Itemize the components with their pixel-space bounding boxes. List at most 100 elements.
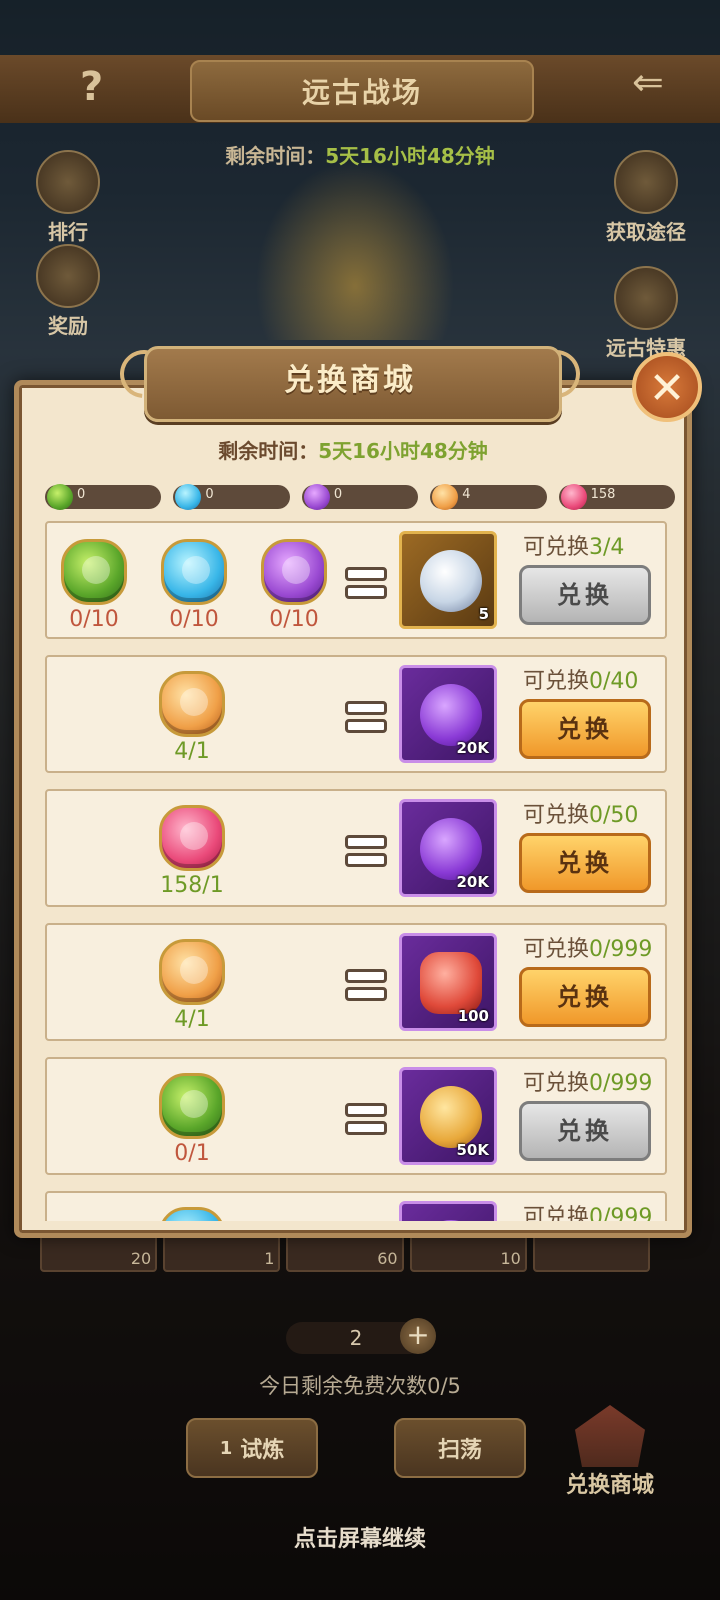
ranking-label: 排行: [48, 220, 88, 244]
exchange-button[interactable]: 兑换: [519, 967, 651, 1027]
green-flower-gem-icon: [61, 539, 127, 605]
equals-icon: [345, 835, 387, 867]
exchange-button[interactable]: 兑换: [519, 833, 651, 893]
reward-quantity: 100: [457, 1007, 489, 1025]
currency-value: 0: [205, 487, 214, 502]
available-value: 0/999: [589, 937, 653, 962]
reward-item[interactable]: 100: [399, 933, 497, 1031]
cost-requirement: 0/1: [174, 1141, 210, 1166]
available-label: 可兑换: [523, 1071, 590, 1096]
bg-reward-count: 20: [130, 1249, 152, 1268]
pink-flower-gem-icon: [560, 484, 587, 510]
currency-green: 0: [45, 484, 162, 510]
cyan-flower-gem-icon: [159, 1207, 225, 1221]
green-flower-gem-icon: [47, 484, 73, 510]
exchange-list[interactable]: 0/10 0/10 0/10 5 可兑换3/4 兑换 4/1 20K 可兑换0/…: [45, 521, 671, 1221]
cost-requirement: 0/10: [169, 607, 219, 632]
available-label: 可兑换: [523, 669, 590, 694]
silver-orb-icon: [420, 550, 482, 612]
cost-requirement: 4/1: [174, 1007, 210, 1032]
ranking-button[interactable]: 排行: [26, 150, 110, 245]
available-label: 可兑换: [523, 535, 590, 560]
orange-flower-gem-icon: [432, 484, 459, 510]
purple-flower-gem-icon: [303, 484, 330, 510]
exchange-row: 0/1 50K 可兑换0/999 兑换: [45, 1057, 667, 1175]
rewards-label: 奖励: [48, 314, 88, 338]
purple-orb-icon: [420, 1220, 482, 1221]
available-value: 0/40: [589, 669, 639, 694]
ancient-offer-button[interactable]: 远古特惠: [604, 266, 688, 361]
cost-item[interactable]: [159, 939, 225, 1005]
equals-icon: [345, 1103, 387, 1135]
available-count: 可兑换0/999: [523, 1065, 652, 1097]
exchange-shop-label: 兑换商城: [565, 1473, 654, 1498]
available-count: 可兑换0/999: [523, 1199, 652, 1221]
cost-item[interactable]: [261, 539, 327, 605]
cost-item[interactable]: [159, 671, 225, 737]
available-value: 3/4: [589, 535, 625, 560]
help-icon[interactable]: ?: [80, 64, 103, 110]
bg-reward-cell: 60: [286, 1232, 404, 1272]
exchange-row: 0/10 0/10 0/10 5 可兑换3/4 兑换: [45, 521, 667, 639]
cost-requirement: 4/1: [174, 739, 210, 764]
tap-to-continue[interactable]: 点击屏幕继续: [0, 1521, 720, 1553]
back-arrow-icon[interactable]: ⇐: [632, 60, 664, 104]
shop-house-icon: [575, 1405, 645, 1467]
reward-item[interactable]: 20K: [399, 799, 497, 897]
rewards-button[interactable]: 奖励: [26, 244, 110, 339]
close-x-icon[interactable]: ✕: [632, 352, 702, 422]
obtain-route-button[interactable]: 获取途径: [604, 150, 688, 245]
exchange-button[interactable]: 兑换: [519, 565, 651, 625]
bg-reward-cell: 10: [409, 1232, 527, 1272]
currency-pink: 158: [558, 484, 676, 510]
available-value: 0/50: [589, 803, 639, 828]
equals-icon: [345, 969, 387, 1001]
add-ticket-icon[interactable]: +: [400, 1318, 436, 1354]
reward-item[interactable]: 50K: [399, 1067, 497, 1165]
exchange-row: 可兑换0/999 兑换: [45, 1191, 667, 1221]
cost-item[interactable]: [159, 1207, 225, 1221]
available-count: 可兑换3/4: [523, 529, 624, 561]
remaining-value: 5天16小时48分钟: [318, 439, 488, 463]
cost-item[interactable]: [159, 805, 225, 871]
available-count: 可兑换0/999: [523, 931, 652, 963]
exchange-row: 158/1 20K 可兑换0/50 兑换: [45, 789, 667, 907]
currency-value: 0: [77, 487, 86, 502]
cost-item[interactable]: [161, 539, 227, 605]
available-label: 可兑换: [523, 1205, 590, 1221]
sweep-button[interactable]: 扫荡: [394, 1418, 526, 1478]
currency-purple: 0: [301, 484, 419, 510]
cyan-flower-gem-icon: [161, 539, 227, 605]
reward-quantity: 20K: [456, 739, 490, 757]
trial-button[interactable]: 1 试炼: [186, 1418, 318, 1478]
currency-cyan: 0: [173, 484, 290, 510]
currency-bar: 0 0 0 4 158: [45, 484, 676, 513]
exchange-shop-button[interactable]: 兑换商城: [560, 1405, 660, 1505]
bg-reward-count: 1: [264, 1249, 275, 1268]
currency-value: 0: [333, 487, 343, 502]
orange-flower-gem-icon: [159, 671, 225, 737]
currency-value: 4: [462, 487, 471, 502]
cost-item[interactable]: [159, 1073, 225, 1139]
ticket-counter: 2 +: [268, 1318, 438, 1358]
cost-item[interactable]: [61, 539, 127, 605]
compass-icon: [614, 266, 678, 330]
red-gem-icon: [420, 952, 482, 1014]
free-times-text: 今日剩余免费次数0/5: [259, 1374, 461, 1398]
bg-reward-count: 10: [500, 1249, 521, 1268]
reward-item[interactable]: 5: [399, 531, 497, 629]
currency-orange: 4: [430, 484, 547, 510]
exchange-button[interactable]: 兑换: [519, 699, 651, 759]
equals-icon: [345, 701, 387, 733]
exchange-button[interactable]: 兑换: [519, 1101, 651, 1161]
cost-requirement: 158/1: [160, 873, 224, 898]
reward-item[interactable]: 20K: [399, 665, 497, 763]
dialog-header: 兑换商城: [110, 340, 590, 424]
reward-item[interactable]: [399, 1201, 497, 1221]
bg-reward-cell: [532, 1232, 651, 1272]
purple-orb-icon: [420, 684, 482, 746]
reward-quantity: 50K: [456, 1141, 490, 1159]
available-label: 可兑换: [523, 937, 590, 962]
cost-requirement: 0/10: [269, 607, 319, 632]
available-value: 0/999: [589, 1071, 653, 1096]
